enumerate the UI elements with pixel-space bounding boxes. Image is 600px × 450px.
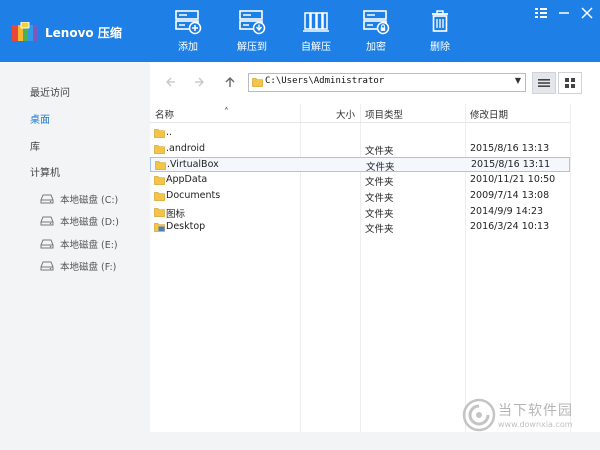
drive-icon — [40, 194, 54, 204]
extract-to-label: 解压到 — [237, 42, 267, 53]
add-button[interactable]: 添加 — [160, 9, 216, 53]
file-list: ˄ 名称 大小 项目类型 修改日期 .. .android 文件夹 2015/8/16… — [150, 104, 600, 432]
sidebar-item-library[interactable]: 库 — [30, 138, 40, 153]
extract-icon — [239, 10, 266, 35]
app-window: Lenovo 压缩 添加 解压到 自解压 加密 删除 最近访问 桌面 库 计算机… — [0, 0, 600, 450]
file-type: 文件夹 — [365, 192, 394, 204]
folder-icon — [154, 175, 165, 188]
address-input[interactable]: C:\Users\Administrator ▼ — [248, 73, 526, 92]
file-type: 文件夹 — [365, 177, 394, 189]
back-arrow-icon[interactable] — [164, 76, 176, 88]
table-row[interactable]: .VirtualBox 文件夹 2015/8/16 13:11 — [150, 157, 570, 174]
drive-label: 本地磁盘 (E:) — [60, 240, 118, 251]
self-extract-label: 自解压 — [301, 42, 331, 53]
list-view-button[interactable] — [532, 72, 556, 94]
sidebar-item-desktop[interactable]: 桌面 — [30, 111, 50, 126]
drive-icon — [40, 239, 54, 249]
sort-ascending-icon: ˄ — [224, 107, 229, 118]
file-name: Desktop — [166, 221, 206, 233]
table-row[interactable]: .android 文件夹 2015/8/16 13:13 — [150, 142, 570, 157]
folder-icon — [154, 207, 165, 220]
sidebar-drive-c[interactable]: 本地磁盘 (C:) — [40, 192, 118, 206]
brand-title: Lenovo 压缩 — [45, 25, 122, 40]
drive-icon — [40, 216, 54, 226]
books-icon — [303, 12, 329, 32]
brand: Lenovo 压缩 — [12, 22, 122, 42]
encrypt-lock-icon — [363, 10, 390, 35]
watermark: 当下软件园 www.downxia.com — [462, 398, 573, 435]
drive-label: 本地磁盘 (D:) — [60, 217, 119, 228]
file-name: AppData — [166, 174, 208, 186]
file-type: 文件夹 — [365, 208, 394, 220]
column-header-modified[interactable]: 修改日期 — [470, 107, 508, 121]
header-divider — [150, 122, 570, 123]
folder-icon — [154, 128, 165, 141]
table-row[interactable]: Desktop 文件夹 2016/3/24 10:13 — [150, 220, 570, 235]
folder-icon — [252, 78, 263, 87]
sidebar-drive-e[interactable]: 本地磁盘 (E:) — [40, 237, 118, 251]
file-name: 图标 — [166, 208, 186, 220]
watermark-text: 当下软件园 — [498, 403, 573, 419]
close-icon[interactable] — [578, 4, 596, 22]
address-path: C:\Users\Administrator — [265, 76, 385, 86]
column-header-name[interactable]: 名称 — [155, 107, 174, 121]
trash-icon — [432, 10, 448, 32]
dropdown-arrow-icon[interactable]: ▼ — [515, 76, 521, 85]
list-view-icon — [538, 79, 550, 87]
encrypt-button[interactable]: 加密 — [348, 9, 404, 53]
sidebar-drive-f[interactable]: 本地磁盘 (F:) — [40, 259, 116, 273]
encrypt-label: 加密 — [366, 42, 386, 53]
file-modified: 2009/7/14 13:08 — [470, 189, 550, 201]
delete-label: 删除 — [430, 42, 450, 53]
watermark-url: www.downxia.com — [498, 420, 573, 429]
sidebar: 最近访问 桌面 库 计算机 本地磁盘 (C:) 本地磁盘 (D:) 本地磁盘 (… — [0, 62, 150, 432]
table-row[interactable]: 图标 文件夹 2014/9/9 14:23 — [150, 205, 570, 220]
address-bar-row: C:\Users\Administrator ▼ — [150, 62, 600, 102]
drive-label: 本地磁盘 (F:) — [60, 262, 117, 273]
file-type: 文件夹 — [365, 224, 394, 236]
file-type: 文件夹 — [365, 145, 394, 157]
file-modified: 2015/8/16 13:11 — [471, 159, 551, 171]
file-name: Documents — [166, 189, 221, 201]
watermark-logo-icon — [462, 398, 496, 432]
up-folder-icon[interactable] — [224, 76, 236, 88]
column-header-row: ˄ 名称 大小 项目类型 修改日期 — [150, 104, 570, 122]
forward-arrow-icon[interactable] — [194, 76, 206, 88]
column-header-type[interactable]: 项目类型 — [365, 107, 403, 121]
drive-label: 本地磁盘 (C:) — [60, 195, 119, 206]
self-extract-button[interactable]: 自解压 — [288, 9, 344, 53]
file-name: .android — [166, 142, 206, 154]
file-modified: 2015/8/16 13:13 — [470, 142, 550, 154]
table-row[interactable]: AppData 文件夹 2010/11/21 10:50 — [150, 173, 570, 188]
extract-to-button[interactable]: 解压到 — [224, 9, 280, 53]
add-archive-icon — [175, 10, 202, 35]
table-row[interactable]: Documents 文件夹 2009/7/14 13:08 — [150, 189, 570, 204]
top-toolbar: Lenovo 压缩 添加 解压到 自解压 加密 删除 — [0, 0, 600, 62]
add-label: 添加 — [178, 42, 198, 53]
file-name: .. — [166, 127, 173, 138]
file-modified: 2016/3/24 10:13 — [470, 221, 550, 233]
delete-button[interactable]: 删除 — [412, 9, 468, 53]
lenovo-zip-logo-icon — [12, 22, 38, 41]
icon-view-button[interactable] — [558, 72, 582, 94]
file-type: 文件夹 — [366, 162, 395, 174]
folder-icon — [155, 160, 166, 173]
sidebar-item-recent[interactable]: 最近访问 — [30, 84, 70, 99]
minimize-icon[interactable] — [555, 4, 573, 22]
grid-view-icon — [565, 78, 575, 88]
file-modified: 2014/9/9 14:23 — [470, 205, 544, 217]
file-modified: 2010/11/21 10:50 — [470, 174, 556, 186]
menu-grid-icon[interactable] — [532, 4, 550, 22]
sidebar-drive-d[interactable]: 本地磁盘 (D:) — [40, 214, 119, 228]
column-header-size[interactable]: 大小 — [336, 107, 355, 121]
file-name: .VirtualBox — [167, 159, 219, 171]
column-divider — [570, 104, 571, 432]
sidebar-item-computer[interactable]: 计算机 — [30, 164, 60, 179]
table-row[interactable]: .. — [150, 126, 570, 141]
desktop-folder-icon — [154, 222, 165, 235]
drive-icon — [40, 261, 54, 271]
folder-icon — [154, 191, 165, 204]
status-bar — [0, 432, 600, 450]
folder-icon — [154, 144, 165, 157]
